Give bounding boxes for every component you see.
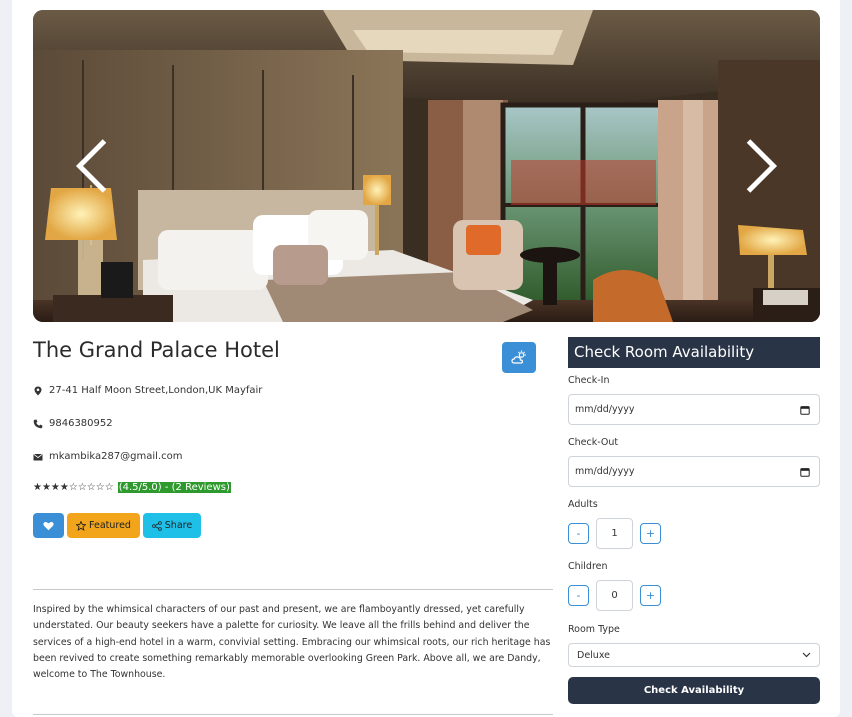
checkin-date-input[interactable]: mm/dd/yyyy [568,394,820,425]
hotel-description: Inspired by the whimsical characters of … [33,604,551,681]
availability-title: Check Room Availability [568,337,820,368]
envelope-icon [33,453,43,460]
hotel-name: The Grand Palace Hotel [33,338,280,362]
adults-label: Adults [568,499,598,510]
email-text: mkambika287@gmail.com [49,451,183,462]
checkin-label: Check-In [568,375,610,386]
calendar-icon[interactable] [800,467,810,477]
adults-decrement-button[interactable]: - [568,523,589,544]
children-label: Children [568,561,608,572]
checkout-value: mm/dd/yyyy [575,466,635,477]
carousel-next-button[interactable] [741,136,781,196]
cloud-sun-icon [511,350,526,364]
room-type-select[interactable]: Deluxe [568,643,820,667]
checkout-date-input[interactable]: mm/dd/yyyy [568,456,820,487]
adults-count-input[interactable]: 1 [596,518,633,549]
share-nodes-icon [151,520,162,531]
room-type-value: Deluxe [577,649,610,661]
heart-icon [43,521,54,530]
address-text: 27-41 Half Moon Street,London,UK Mayfair [49,385,263,396]
favorite-button[interactable] [33,513,64,538]
weather-button[interactable] [502,342,536,373]
children-decrement-button[interactable]: - [568,585,589,606]
hotel-email: mkambika287@gmail.com [33,451,183,462]
hotel-phone: 9846380952 [33,418,113,429]
phone-text: 9846380952 [49,418,113,429]
hotel-image-carousel[interactable] [33,10,820,322]
adults-increment-button[interactable]: + [640,523,661,544]
checkin-value: mm/dd/yyyy [575,404,635,415]
check-availability-button[interactable]: Check Availability [568,677,820,704]
share-label: Share [164,520,193,531]
hotel-address: 27-41 Half Moon Street,London,UK Mayfair [33,385,262,396]
divider-bottom [33,714,553,715]
star-outline-icon [76,520,87,531]
rating-summary: (4.5/5.0) - (2 Reviews) [117,482,231,493]
calendar-icon[interactable] [800,405,810,415]
share-button[interactable]: Share [143,513,201,538]
hotel-action-buttons: Featured Share [33,513,201,538]
map-marker-icon [34,386,42,395]
checkout-label: Check-Out [568,437,619,448]
children-count-input[interactable]: 0 [596,580,633,611]
rating-stars: ★★★★☆☆☆☆☆ [33,482,114,493]
children-increment-button[interactable]: + [640,585,661,606]
carousel-prev-button[interactable] [72,136,112,196]
featured-button[interactable]: Featured [67,513,140,538]
hotel-room-photo [33,10,820,322]
hotel-rating: ★★★★☆☆☆☆☆ (4.5/5.0) - (2 Reviews) [33,482,231,493]
room-type-label: Room Type [568,624,620,635]
featured-label: Featured [89,520,131,531]
chevron-right-icon [746,139,778,193]
divider-top [33,589,553,590]
chevron-down-icon [802,652,811,658]
phone-icon [33,419,43,428]
children-stepper: - 0 + [568,580,661,611]
chevron-left-icon [75,139,107,193]
adults-stepper: - 1 + [568,518,661,549]
